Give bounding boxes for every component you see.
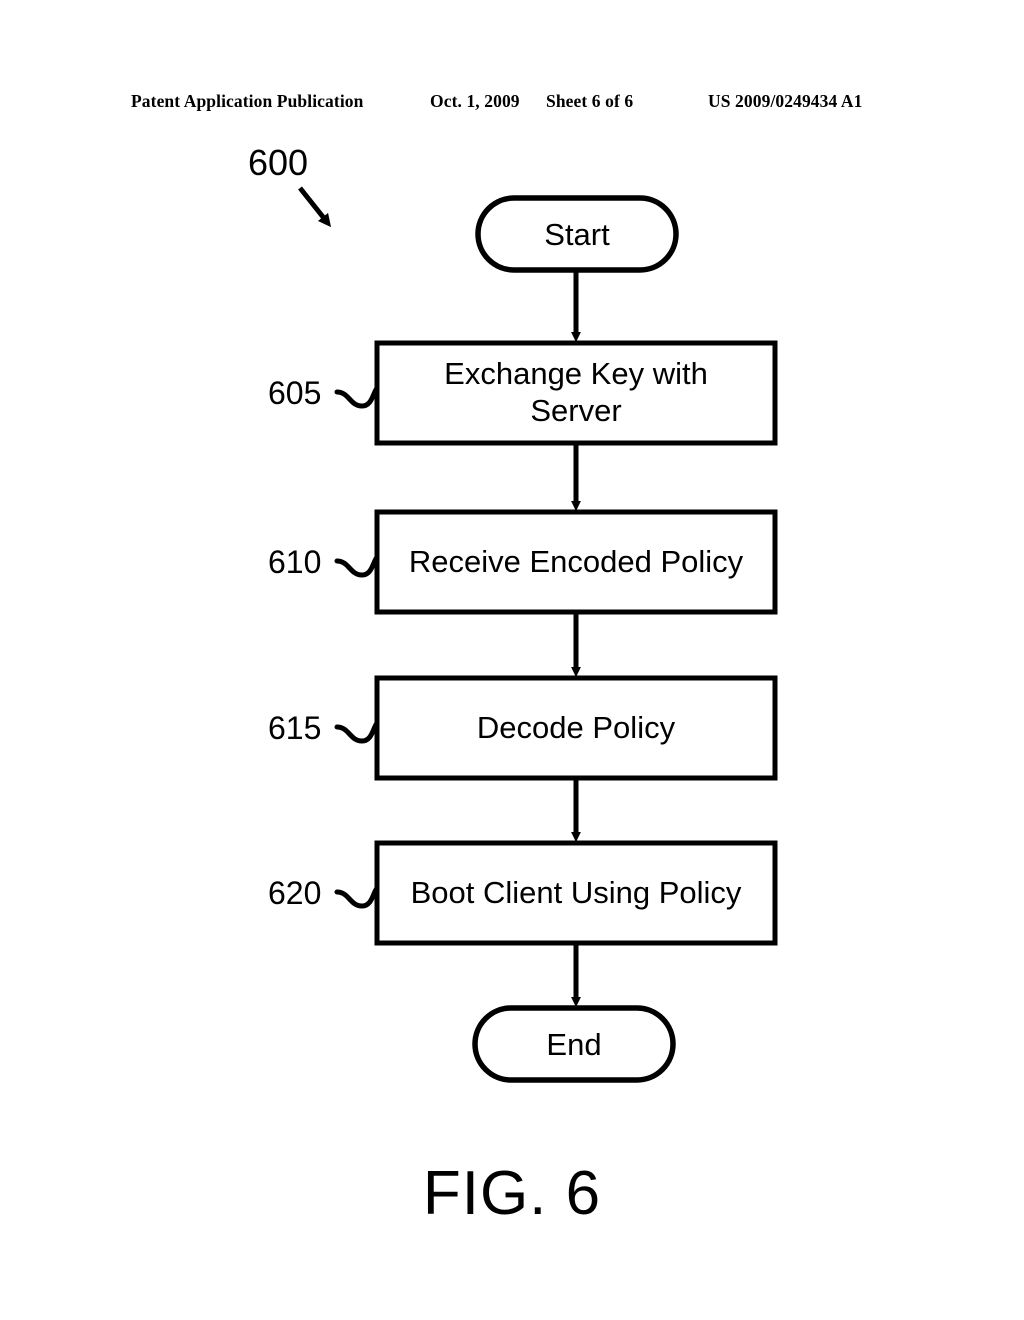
leader-line-605: [334, 385, 380, 409]
node-step-605-shape: [374, 340, 778, 446]
leader-line-610: [334, 554, 380, 578]
flow-reference-arrow: [298, 186, 332, 228]
flowchart-figure: [0, 0, 1024, 1320]
node-step-620-shape: [374, 840, 778, 946]
reference-numeral-605: 605: [268, 375, 322, 411]
reference-numeral-615: 615: [268, 710, 322, 746]
node-end-shape: [472, 1005, 676, 1083]
reference-numeral-620: 620: [268, 875, 322, 911]
flow-reference-numeral: 600: [248, 142, 309, 183]
node-start-shape: [475, 195, 679, 273]
reference-numeral-610: 610: [268, 544, 322, 580]
flowchart-canvas: [298, 186, 778, 1083]
leader-line-615: [334, 720, 380, 744]
leader-line-620: [334, 885, 380, 909]
figure-caption: FIG. 6: [422, 1159, 602, 1228]
node-step-615-shape: [374, 675, 778, 781]
node-step-610-shape: [374, 509, 778, 615]
